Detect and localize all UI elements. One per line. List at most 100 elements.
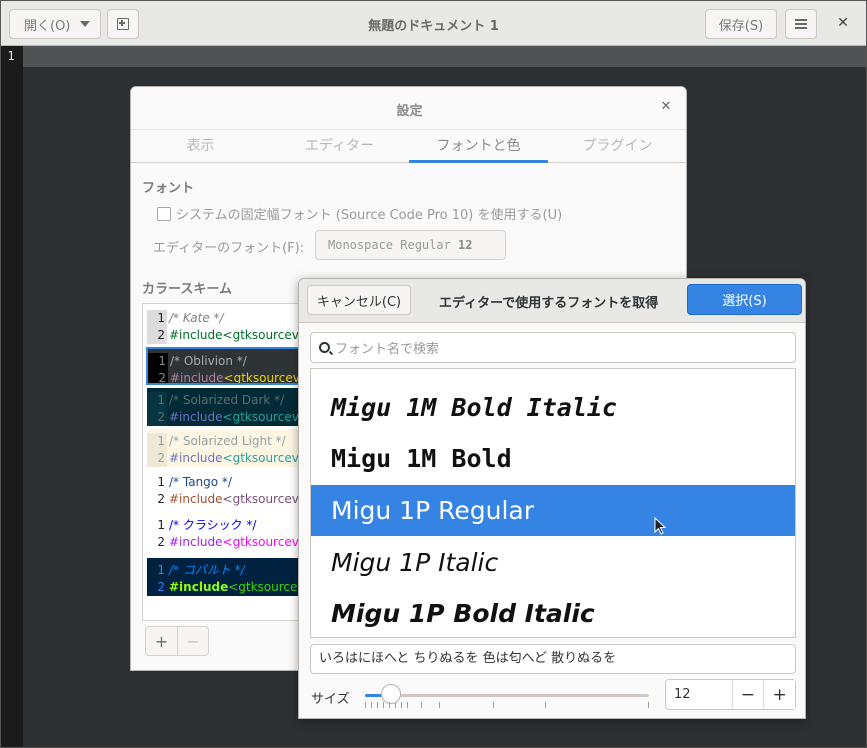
- color-scheme-heading: カラースキーム: [142, 282, 232, 297]
- scheme-comment: /* コバルト */: [169, 563, 245, 577]
- line-num: 2: [157, 535, 165, 549]
- menu-button[interactable]: [785, 9, 817, 39]
- line-num: 1: [148, 353, 168, 370]
- slider-tick: [371, 702, 372, 708]
- line-num: 2: [157, 492, 165, 506]
- line-num: 2: [147, 327, 167, 344]
- mouse-pointer-icon: [654, 517, 666, 535]
- scheme-include: <gtksourcevi: [222, 535, 303, 549]
- line-num: 1: [157, 518, 165, 532]
- scheme-include: <gtksourcevi: [222, 410, 303, 424]
- scheme-add-remove: + −: [145, 626, 209, 656]
- scheme-directive: #include: [170, 371, 224, 385]
- slider-tick: [648, 702, 649, 708]
- font-list: Migu 1M Bold Italic Migu 1M Bold Migu 1P…: [310, 368, 796, 638]
- size-increase-button[interactable]: +: [763, 680, 795, 709]
- scheme-solarized-dark[interactable]: 1/* Solarized Dark */ 2 #include <gtksour…: [147, 388, 307, 426]
- scheme-classic[interactable]: 1 /* クラシック */ 2 #include <gtksourcevi: [147, 513, 307, 551]
- font-item-migu-1m-bold-italic[interactable]: Migu 1M Bold Italic: [311, 382, 795, 433]
- line-num: 2: [148, 370, 168, 383]
- window-close-button[interactable]: ✕: [833, 13, 853, 33]
- line-num: 1: [157, 475, 165, 489]
- tab-plugins[interactable]: プラグイン: [548, 130, 686, 163]
- font-item-migu-1p-bold-italic[interactable]: Migu 1P Bold Italic: [311, 588, 795, 637]
- scheme-comment: /* Tango */: [169, 475, 232, 489]
- remove-scheme-button[interactable]: −: [176, 627, 208, 655]
- font-item-migu-1m-bold[interactable]: Migu 1M Bold: [311, 433, 795, 484]
- scheme-comment: /* Oblivion */: [170, 354, 247, 368]
- slider-tick: [545, 702, 546, 708]
- scheme-include: <gtksourcevi: [222, 328, 303, 342]
- prefs-title: 設定: [396, 104, 423, 119]
- line-gutter: 1: [1, 46, 23, 747]
- scheme-directive: #include: [169, 451, 223, 465]
- prefs-tabs: 表示 エディター フォントと色 プラグイン: [131, 129, 686, 163]
- size-slider[interactable]: [365, 694, 649, 697]
- line-num: 1: [147, 433, 167, 450]
- prefs-header: 設定 ✕: [131, 87, 686, 129]
- select-button[interactable]: 選択(S): [687, 284, 802, 315]
- scheme-tango[interactable]: 1 /* Tango */ 2 #include <gtksourcevi: [147, 470, 307, 508]
- headerbar: 開く(O) 無題のドキュメント 1 保存(S) ✕: [1, 1, 866, 46]
- slider-tick: [401, 702, 402, 708]
- system-font-checkbox-row[interactable]: システムの固定幅フォント (Source Code Pro 10) を使用する(…: [157, 204, 562, 223]
- scheme-solarized-light[interactable]: 1/* Solarized Light */ 2 #include <gtksou…: [147, 429, 307, 467]
- scheme-kate[interactable]: 1/* Kate */ 2 #include <gtksourcevi: [147, 306, 307, 344]
- font-item-label: Migu 1P Regular: [331, 496, 534, 525]
- prefs-close-button[interactable]: ✕: [658, 99, 674, 115]
- scheme-include: <gtksourcevi: [222, 451, 303, 465]
- font-item-label: Migu 1P Bold Italic: [331, 599, 595, 628]
- slider-tick: [383, 702, 384, 708]
- scheme-comment: /* Kate */: [169, 311, 224, 325]
- font-item-label: Migu 1M Bold Italic: [331, 393, 617, 422]
- chooser-header: キャンセル(C) エディターで使用するフォントを取得 選択(S): [299, 279, 805, 323]
- slider-tick: [377, 702, 378, 708]
- color-scheme-list: 1/* Kate */ 2 #include <gtksourcevi 1/* O…: [142, 303, 312, 621]
- hamburger-icon: [795, 19, 807, 29]
- size-label: サイズ: [311, 692, 350, 707]
- line-num: 1: [147, 310, 167, 327]
- slider-tick: [493, 702, 494, 708]
- scheme-comment: /* Solarized Light */: [169, 434, 286, 448]
- current-line-highlight: [23, 46, 866, 67]
- tab-editor[interactable]: エディター: [270, 130, 409, 163]
- system-font-checkbox[interactable]: [157, 206, 171, 221]
- scheme-directive: #include: [169, 580, 229, 594]
- size-value[interactable]: 12: [666, 680, 732, 709]
- size-spinbutton[interactable]: 12 − +: [665, 679, 796, 710]
- save-button[interactable]: 保存(S): [705, 9, 777, 39]
- font-chooser-dialog: キャンセル(C) エディターで使用するフォントを取得 選択(S) フォント名で検…: [298, 278, 806, 719]
- system-font-label: システムの固定幅フォント (Source Code Pro 10) を使用する(…: [176, 208, 563, 223]
- font-item-migu-1p-italic[interactable]: Migu 1P Italic: [311, 537, 795, 588]
- size-slider-ticks: [365, 702, 649, 710]
- line-num: 2: [147, 450, 167, 467]
- cancel-button[interactable]: キャンセル(C): [307, 285, 411, 315]
- tab-font-and-colors[interactable]: フォントと色: [409, 130, 548, 163]
- scheme-directive: #include: [169, 492, 223, 506]
- scheme-cobalt[interactable]: 1 /* コバルト */ 2 #include <gtksourcev: [147, 558, 307, 596]
- chooser-title: エディターで使用するフォントを取得: [439, 296, 659, 311]
- scheme-comment: /* クラシック */: [169, 518, 257, 532]
- line-num: 1: [147, 392, 167, 409]
- font-preview-field[interactable]: いろはにほへと ちりぬるを 色は匂へど 散りぬるを: [310, 644, 796, 674]
- editor-font-name: Monospace Regular: [328, 238, 459, 252]
- size-decrease-button[interactable]: −: [731, 680, 764, 709]
- editor-font-button[interactable]: Monospace Regular 12: [315, 230, 506, 260]
- font-item-migu-1p-regular[interactable]: Migu 1P Regular: [311, 485, 795, 536]
- font-item-label: Migu 1P Italic: [331, 548, 499, 577]
- font-section-heading: フォント: [142, 181, 195, 196]
- slider-tick: [389, 702, 390, 708]
- editor-font-label: エディターのフォント(F):: [153, 241, 305, 256]
- font-search-field[interactable]: フォント名で検索: [310, 332, 796, 363]
- slider-tick: [439, 702, 440, 708]
- scheme-include: <gtksourcevi: [223, 371, 304, 385]
- scheme-oblivion[interactable]: 1/* Oblivion */ 2 #include <gtksourcevi: [146, 347, 308, 385]
- add-scheme-button[interactable]: +: [146, 627, 177, 655]
- search-icon: [319, 342, 330, 353]
- scheme-include: <gtksourcevi: [222, 492, 303, 506]
- scheme-directive: #include: [169, 410, 223, 424]
- size-slider-knob[interactable]: [380, 684, 401, 704]
- slider-tick: [421, 702, 422, 708]
- tab-view[interactable]: 表示: [131, 130, 270, 163]
- search-placeholder: フォント名で検索: [335, 342, 440, 357]
